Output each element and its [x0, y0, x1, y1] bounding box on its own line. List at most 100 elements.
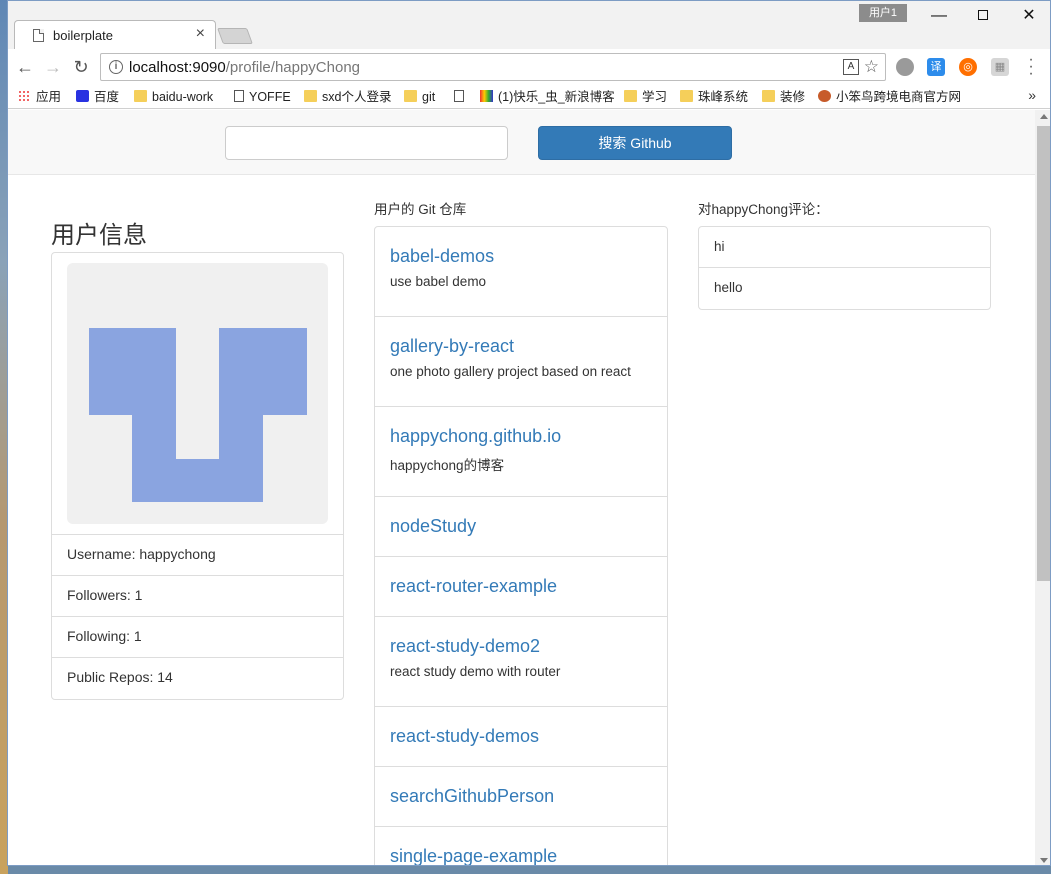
bookmark-zhufeng[interactable]: 珠峰系统	[680, 88, 748, 106]
folder-icon	[304, 90, 317, 102]
username-row: Username: happychong	[52, 535, 343, 576]
repo-link[interactable]: react-study-demos	[390, 724, 652, 748]
browser-toolbar: ← → ↻ i localhost:9090/profile/happyChon…	[8, 49, 1050, 85]
avatar-block	[219, 415, 263, 502]
repo-item: babel-demos use babel demo	[375, 227, 667, 317]
repo-description: use babel demo	[390, 274, 487, 289]
maximize-icon	[978, 10, 988, 20]
repo-item: nodeStudy	[375, 497, 667, 557]
user-info-heading: 用户信息	[51, 222, 147, 249]
repo-item: react-study-demos	[375, 707, 667, 767]
following-row: Following: 1	[52, 617, 343, 658]
bookmark-sina-blog[interactable]: (1)快乐_虫_新浪博客	[480, 88, 615, 106]
repo-link[interactable]: nodeStudy	[390, 514, 652, 538]
apps-icon	[18, 90, 31, 102]
bookmark-sxd[interactable]: sxd个人登录	[304, 88, 391, 106]
repo-description: happychong的博客	[390, 458, 505, 473]
close-window-button[interactable]: ✕	[1006, 1, 1050, 31]
url-host: localhost:9090	[129, 59, 226, 76]
translate-extension-icon[interactable]: 译	[927, 58, 945, 76]
folder-icon	[680, 90, 693, 102]
repo-link[interactable]: single-page-example	[390, 844, 652, 865]
title-bar: boilerplate × 用户1 — ✕	[8, 1, 1050, 50]
forward-button[interactable]: →	[42, 56, 64, 78]
translate-icon[interactable]: A	[843, 59, 859, 75]
bookmark-study[interactable]: 学习	[624, 88, 667, 106]
tab-title: boilerplate	[53, 28, 113, 43]
minimize-button[interactable]: —	[916, 1, 962, 31]
bird-icon	[818, 90, 831, 102]
repo-item: single-page-example	[375, 827, 667, 865]
avatar-block	[132, 415, 176, 502]
url-text[interactable]: localhost:9090/profile/happyChong	[129, 59, 360, 76]
avatar	[67, 263, 328, 524]
repo-link[interactable]: babel-demos	[390, 244, 652, 268]
followers-row: Followers: 1	[52, 576, 343, 617]
comments-heading: 对happyChong评论：	[698, 202, 829, 217]
search-github-button[interactable]: 搜索 Github	[538, 126, 732, 160]
repo-link[interactable]: react-router-example	[390, 574, 652, 598]
back-button[interactable]: ←	[14, 56, 36, 78]
info-icon[interactable]: i	[109, 60, 123, 74]
user-info-panel: Username: happychong Followers: 1 Follow…	[51, 252, 344, 700]
page-viewport: 搜索 Github 用户信息 Username: happychong Foll…	[8, 110, 1035, 865]
menu-icon[interactable]: · · ·	[1026, 52, 1036, 82]
page-icon	[33, 29, 44, 42]
folder-icon	[624, 90, 637, 102]
avatar-block	[176, 459, 219, 502]
close-tab-icon[interactable]: ×	[196, 25, 205, 43]
reload-button[interactable]: ↻	[70, 56, 92, 78]
bookmark-baidu-work[interactable]: baidu-work	[134, 88, 213, 106]
bookmark-baidu[interactable]: 百度	[76, 88, 119, 106]
repo-list: babel-demos use babel demo gallery-by-re…	[374, 226, 668, 865]
repo-item: gallery-by-react one photo gallery proje…	[375, 317, 667, 407]
scroll-up-icon[interactable]	[1040, 114, 1048, 119]
maximize-button[interactable]	[960, 1, 1006, 31]
repo-item: react-router-example	[375, 557, 667, 617]
search-input[interactable]	[225, 126, 508, 160]
more-bookmarks-icon[interactable]: »	[1028, 87, 1036, 103]
bookmarks-bar: 应用 百度 baidu-work YOFFE sxd个人登录 git (1)快乐…	[8, 85, 1050, 109]
baidu-icon	[76, 90, 89, 102]
blog-icon	[480, 90, 493, 102]
bookmark-blank-page[interactable]	[454, 88, 469, 106]
vertical-scrollbar[interactable]	[1035, 110, 1050, 865]
bookmark-xiaobenniao[interactable]: 小笨鸟跨境电商官方网	[818, 88, 966, 106]
comment-item: hi	[699, 227, 990, 268]
profile-badge[interactable]: 用户1	[859, 4, 907, 22]
comment-list: hi hello	[698, 226, 991, 310]
url-path: /profile/happyChong	[225, 59, 361, 76]
repo-description: react study demo with router	[390, 664, 561, 679]
bookmark-apps[interactable]: 应用	[18, 88, 61, 106]
repo-link[interactable]: gallery-by-react	[390, 334, 652, 358]
lifebuoy-extension-icon[interactable]: ◎	[959, 58, 977, 76]
folder-icon	[404, 90, 417, 102]
scrollbar-thumb[interactable]	[1037, 126, 1050, 581]
repo-item: happychong.github.io happychong的博客	[375, 407, 667, 497]
avatar-container	[52, 253, 343, 535]
browser-tab[interactable]: boilerplate ×	[14, 20, 216, 50]
address-bar[interactable]: i localhost:9090/profile/happyChong A ☆	[100, 53, 886, 81]
new-tab-button[interactable]	[217, 28, 253, 44]
bookmark-git[interactable]: git	[404, 88, 435, 106]
repo-link[interactable]: happychong.github.io	[390, 424, 652, 448]
bookmark-star-icon[interactable]: ☆	[864, 57, 879, 77]
repo-link[interactable]: react-study-demo2	[390, 634, 652, 658]
repos-heading: 用户的 Git 仓库	[374, 202, 467, 217]
repo-item: react-study-demo2 react study demo with …	[375, 617, 667, 707]
bookmark-decoration[interactable]: 装修	[762, 88, 805, 106]
browser-window: boilerplate × 用户1 — ✕ ← → ↻ i localhost:…	[7, 0, 1051, 866]
public-repos-row: Public Repos: 14	[67, 669, 173, 685]
repo-description: one photo gallery project based on react	[390, 364, 631, 379]
repo-link[interactable]: searchGithubPerson	[390, 784, 652, 808]
scroll-down-icon[interactable]	[1040, 858, 1048, 863]
grid-extension-icon[interactable]: ▦	[991, 58, 1009, 76]
page-icon	[454, 90, 464, 102]
folder-icon	[134, 90, 147, 102]
globe-extension-icon[interactable]	[896, 58, 914, 76]
avatar-block	[219, 328, 307, 415]
folder-icon	[762, 90, 775, 102]
repo-item: searchGithubPerson	[375, 767, 667, 827]
bookmark-yoffe[interactable]: YOFFE	[234, 88, 291, 106]
comment-item: hello	[714, 280, 743, 295]
